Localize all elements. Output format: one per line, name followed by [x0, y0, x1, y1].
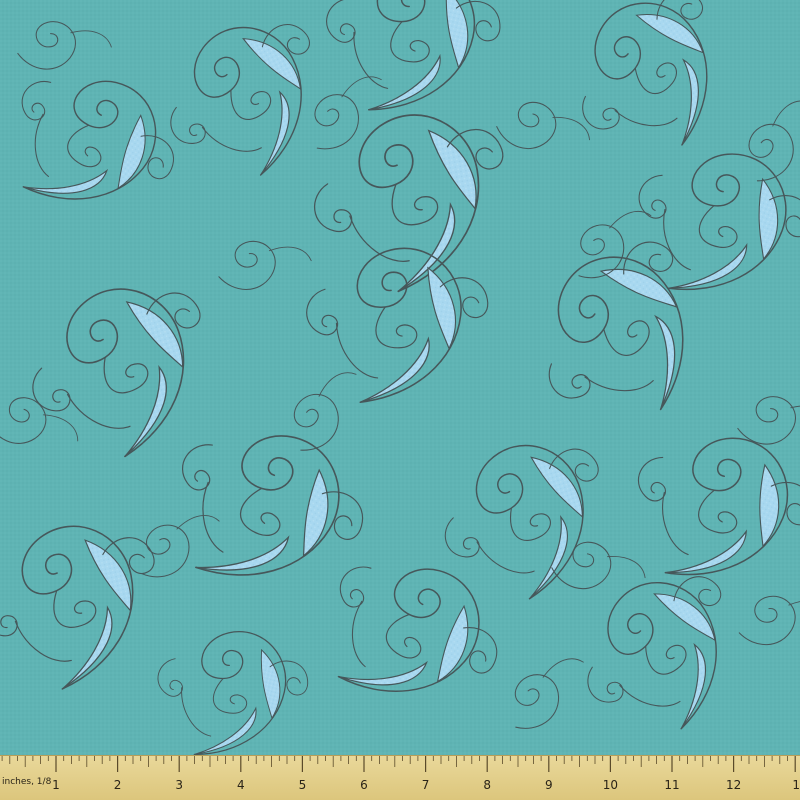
ruler-number-labels: 1 2 3 4 5 6 7 8 9 10 11 12 1 [52, 778, 800, 792]
ruler-number-7: 7 [422, 778, 430, 792]
ruler-number-2: 2 [114, 778, 122, 792]
ruler-number-4: 4 [237, 778, 245, 792]
ruler-number-1: 1 [52, 778, 60, 792]
ruler-number-13: 1 [792, 778, 800, 792]
ruler-ticks [1, 756, 796, 772]
ruler-number-3: 3 [175, 778, 183, 792]
ruler-number-11: 11 [664, 778, 679, 792]
measuring-ruler: inches, 1/8 1 2 3 4 5 6 7 8 9 10 11 12 1 [0, 755, 800, 800]
ruler-number-6: 6 [360, 778, 368, 792]
fabric-pattern [0, 0, 800, 800]
ruler-number-9: 9 [545, 778, 553, 792]
ruler-number-8: 8 [483, 778, 491, 792]
ruler-number-5: 5 [299, 778, 307, 792]
ruler-number-12: 12 [726, 778, 741, 792]
ruler-number-10: 10 [603, 778, 618, 792]
ruler-unit-label: inches, 1/8 [2, 777, 52, 787]
product-image: inches, 1/8 1 2 3 4 5 6 7 8 9 10 11 12 1 [0, 0, 800, 800]
